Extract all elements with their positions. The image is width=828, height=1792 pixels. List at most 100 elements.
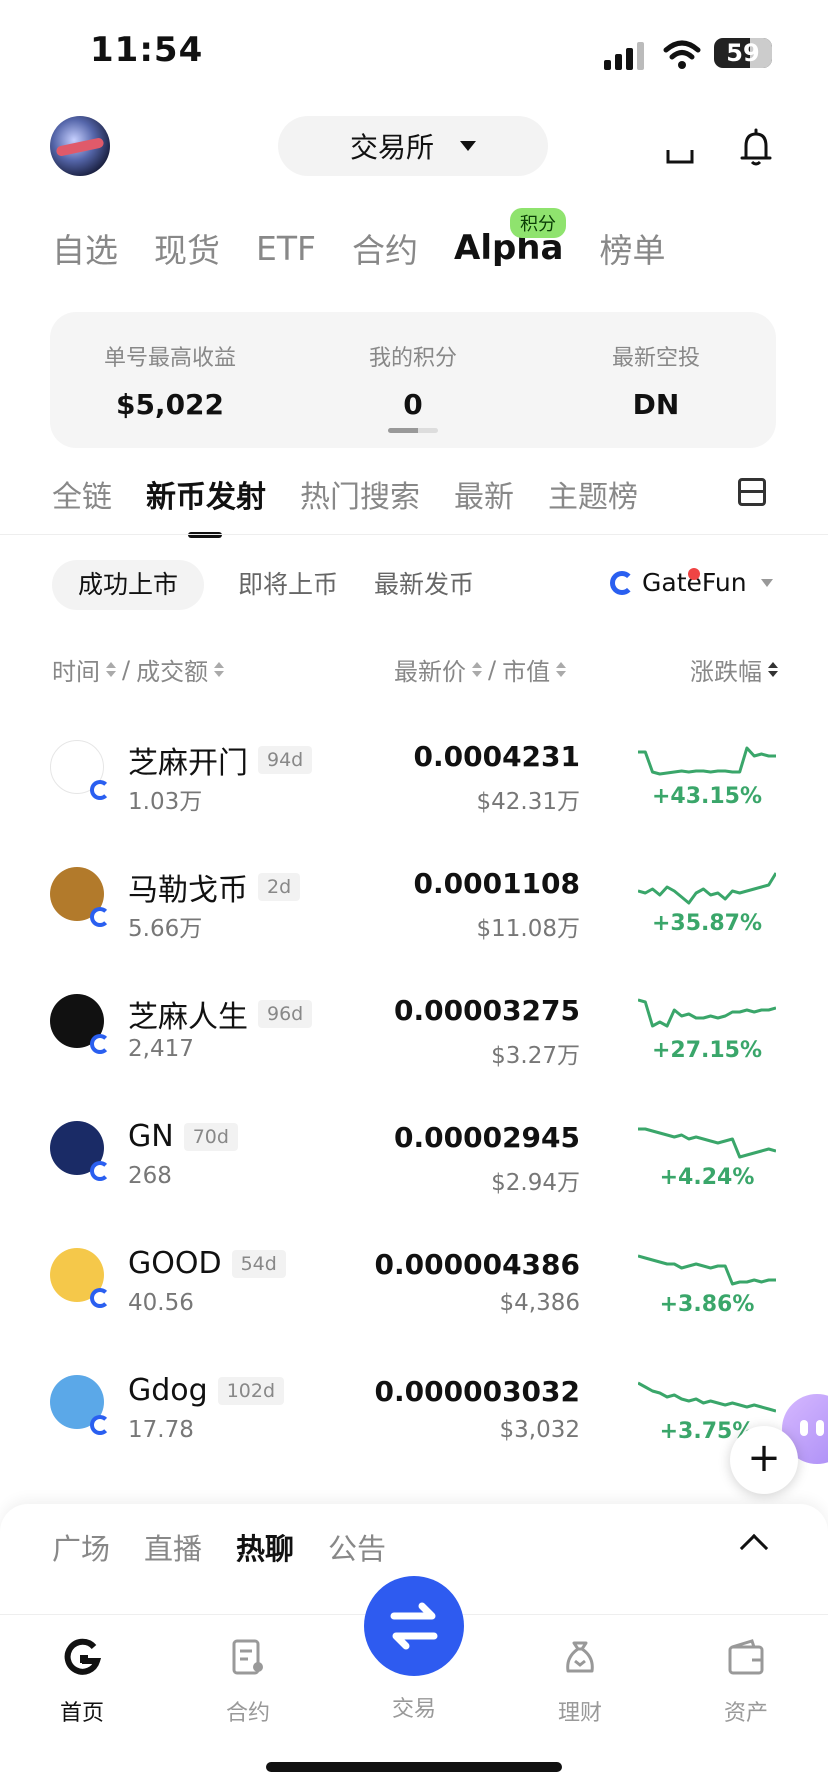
token-row[interactable]: GN 70d 268 0.00002945 $2.94万 +4.24%	[0, 1081, 828, 1208]
stat-my-points: 我的积分 0	[293, 340, 533, 421]
caret-down-icon	[460, 141, 476, 151]
column-separator: /	[488, 655, 497, 684]
sort-icon	[556, 662, 567, 677]
token-row[interactable]: 芝麻开门 94d 1.03万 0.0004231 $42.31万 +43.15%	[0, 700, 828, 827]
battery-icon: 59	[714, 38, 772, 68]
bell-icon[interactable]	[736, 128, 776, 168]
token-mcap: $3,032	[499, 1417, 580, 1443]
home-indicator	[266, 1762, 562, 1772]
token-row[interactable]: Gdog 102d 17.78 0.000003032 $3,032 +3.75…	[0, 1335, 828, 1462]
tab-square[interactable]: 广场	[52, 1526, 110, 1568]
token-row[interactable]: 马勒戈币 2d 5.66万 0.0001108 $11.08万 +35.87%	[0, 827, 828, 954]
token-price: 0.00002945	[394, 1121, 580, 1154]
tab-futures[interactable]: 合约	[352, 224, 418, 272]
tab-live[interactable]: 直播	[144, 1526, 202, 1568]
tab-hot-chat[interactable]: 热聊	[236, 1526, 294, 1568]
scan-icon[interactable]	[660, 128, 700, 168]
stat-value: 0	[403, 388, 423, 421]
chevron-up-icon[interactable]	[739, 1533, 769, 1563]
tab-announcements[interactable]: 公告	[328, 1526, 386, 1568]
sort-icon	[214, 662, 225, 677]
nav-assets[interactable]: 资产	[686, 1637, 806, 1727]
layout-toggle-icon[interactable]	[738, 478, 766, 506]
sort-icon	[472, 662, 482, 677]
token-name: GOOD	[128, 1246, 222, 1281]
stat-latest-airdrop: 最新空投 DN	[536, 340, 776, 421]
chain-badge-icon	[90, 780, 110, 800]
sort-icon	[768, 662, 778, 677]
nav-earn[interactable]: 理财	[520, 1637, 640, 1727]
tab-all-chains[interactable]: 全链	[52, 472, 112, 516]
token-mcap: $11.08万	[476, 916, 580, 942]
contract-icon	[232, 1639, 263, 1675]
token-row[interactable]: GOOD 54d 40.56 0.000004386 $4,386 +3.86%	[0, 1208, 828, 1335]
chain-badge-icon	[90, 1034, 110, 1054]
nav-label: 资产	[723, 1701, 768, 1726]
token-change: +27.15%	[651, 1038, 763, 1063]
tab-hot-search[interactable]: 热门搜索	[300, 472, 420, 516]
sparkline	[638, 872, 776, 905]
tab-spot[interactable]: 现货	[154, 224, 220, 272]
token-age: 70d	[183, 1122, 238, 1151]
divider	[0, 534, 828, 535]
token-change: +35.87%	[651, 911, 763, 936]
sort-change[interactable]: 涨跌幅	[690, 652, 762, 687]
sort-price[interactable]: 最新价	[394, 652, 466, 687]
column-price-mcap: 最新价 / 市值	[394, 652, 567, 687]
money-bag-icon	[566, 1641, 594, 1673]
tab-etf[interactable]: ETF	[256, 229, 316, 268]
market-tabs: 自选 现货 ETF 合约 Alpha 积分 榜单	[52, 208, 665, 272]
token-row[interactable]: 芝麻人生 96d 2,417 0.00003275 $3.27万 +27.15%	[0, 954, 828, 1081]
status-time: 11:54	[90, 30, 204, 70]
sparkline	[638, 1381, 776, 1413]
filter-latest[interactable]: 最新发币	[374, 560, 474, 610]
sparkline	[638, 998, 776, 1028]
sort-time[interactable]: 时间	[52, 652, 100, 687]
token-name: Gdog	[128, 1373, 208, 1408]
column-time-volume: 时间 / 成交额	[52, 652, 225, 687]
nav-label: 首页	[59, 1701, 104, 1726]
avatar[interactable]	[50, 116, 110, 176]
tab-new-launch[interactable]: 新币发射	[146, 472, 266, 538]
stat-max-return: 单号最高收益 $5,022	[50, 340, 290, 421]
chain-badge-icon	[90, 1415, 110, 1435]
carousel-indicator	[388, 428, 438, 433]
filter-listed[interactable]: 成功上市	[52, 560, 205, 610]
gatefun-logo-icon	[610, 570, 634, 595]
alpha-stats-card[interactable]: 单号最高收益 $5,022 我的积分 0 最新空投 DN	[50, 312, 776, 448]
alpha-sub-tabs: 全链 新币发射 热门搜索 最新 主题榜	[52, 472, 638, 538]
notification-dot	[688, 568, 700, 580]
points-badge: 积分	[510, 208, 566, 238]
add-button[interactable]: +	[730, 1426, 798, 1494]
exchange-label: 交易所	[349, 131, 434, 164]
wifi-icon	[663, 40, 701, 69]
token-age: 102d	[217, 1376, 285, 1405]
sort-mcap[interactable]: 市值	[502, 652, 550, 687]
stat-label: 单号最高收益	[103, 346, 236, 371]
trade-button[interactable]	[364, 1576, 464, 1676]
token-change: +4.24%	[659, 1165, 755, 1190]
token-list: 芝麻开门 94d 1.03万 0.0004231 $42.31万 +43.15%…	[0, 700, 828, 1462]
token-volume: 1.03万	[128, 789, 203, 815]
tab-newest[interactable]: 最新	[454, 472, 514, 516]
nav-home[interactable]: 首页	[22, 1637, 142, 1727]
tab-themes[interactable]: 主题榜	[548, 472, 638, 516]
tab-watchlist[interactable]: 自选	[52, 224, 118, 272]
token-volume: 5.66万	[128, 916, 203, 942]
tab-rankings[interactable]: 榜单	[599, 224, 665, 272]
token-change: +3.86%	[659, 1292, 755, 1317]
nav-label: 交易	[391, 1697, 436, 1722]
tab-alpha[interactable]: Alpha 积分	[454, 208, 566, 268]
battery-level: 59	[726, 39, 760, 67]
token-age: 2d	[258, 873, 301, 901]
sparkline	[638, 746, 776, 776]
exchange-selector[interactable]: 交易所	[278, 116, 548, 176]
stat-label: 我的积分	[368, 346, 457, 371]
filter-upcoming[interactable]: 即将上币	[238, 560, 338, 610]
token-price: 0.00003275	[394, 994, 580, 1027]
token-age: 96d	[258, 1000, 313, 1028]
sort-volume[interactable]: 成交额	[136, 652, 208, 687]
chain-badge-icon	[90, 907, 110, 927]
stat-value: $5,022	[115, 388, 225, 421]
nav-futures[interactable]: 合约	[188, 1637, 308, 1727]
